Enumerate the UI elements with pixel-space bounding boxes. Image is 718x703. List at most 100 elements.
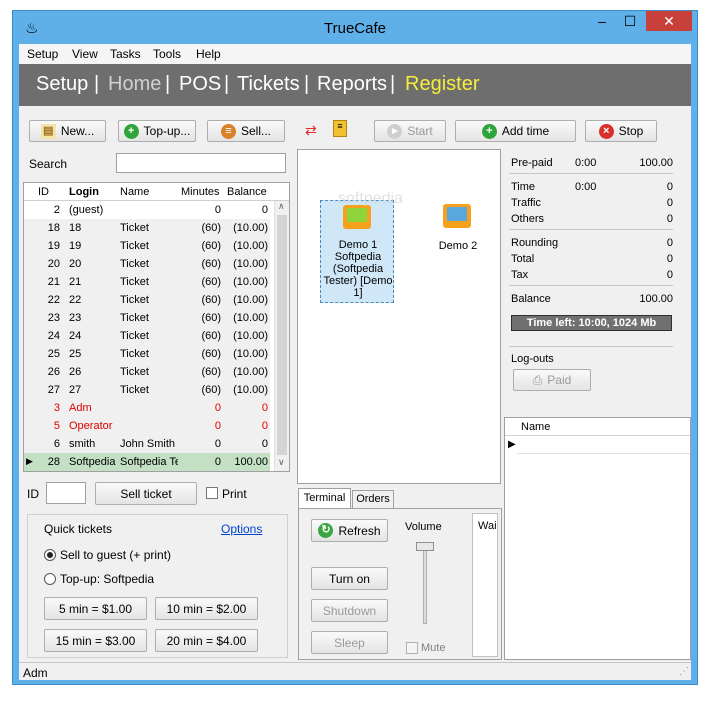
tab-terminal[interactable]: Terminal [298,488,351,509]
shutdown-button[interactable]: Shutdown [311,599,388,622]
prepaid-time: 0:00 [575,157,597,169]
nav-setup[interactable]: Setup [36,73,88,96]
menu-tools[interactable]: Tools [153,47,181,61]
col-id[interactable]: ID [38,186,49,198]
menu-help[interactable]: Help [196,47,221,61]
table-row[interactable]: 21 21 Ticket (60) (10.00) [24,273,270,291]
computer-demo-2-label[interactable]: Demo 2 [428,240,488,252]
tab-orders[interactable]: Orders [352,490,394,509]
sell-ticket-button[interactable]: Sell ticket [95,482,197,505]
cell-balance: (10.00) [233,312,268,324]
new-account-button[interactable]: ▤ New... [29,120,106,142]
title-bar[interactable]: ♨ TrueCafe – ☐ ✕ [13,11,697,44]
nav-register[interactable]: Register [405,73,479,96]
cell-name: Ticket [120,258,149,270]
switch-computer-icon[interactable]: ⇄ [305,122,317,139]
table-row[interactable]: 2 (guest) 0 0 [24,201,270,219]
wait-list[interactable]: Wai [472,513,498,657]
cell-login: 24 [69,330,82,342]
print-label: Print [222,487,247,501]
paid-button[interactable]: ⎙ Paid [513,369,591,391]
sell-button[interactable]: ≡ Sell... [207,120,285,142]
nav-pos[interactable]: POS [179,73,221,96]
divider [509,229,673,230]
scroll-thumb[interactable] [277,215,287,455]
table-row[interactable]: 24 24 Ticket (60) (10.00) [24,327,270,345]
table-row[interactable]: 20 20 Ticket (60) (10.00) [24,255,270,273]
table-row[interactable]: 23 23 Ticket (60) (10.00) [24,309,270,327]
col-balance[interactable]: Balance [227,186,267,198]
table-row[interactable]: 22 22 Ticket (60) (10.00) [24,291,270,309]
print-checkbox[interactable] [206,487,218,499]
computer-monitor-icon[interactable] [443,204,471,228]
close-button[interactable]: ✕ [646,11,692,31]
col-logout-name[interactable]: Name [521,421,550,433]
tax-amount: 0 [666,269,673,281]
menu-setup[interactable]: Setup [27,47,58,61]
cell-id: 26 [47,366,60,378]
sleep-button[interactable]: Sleep [311,631,388,654]
cell-login: Adm [69,402,92,414]
report-icon[interactable]: ≡ [333,120,347,137]
cell-name: Ticket [120,240,149,252]
stop-button[interactable]: × Stop [585,120,657,142]
col-login[interactable]: Login [69,186,99,198]
cell-login: 22 [69,294,82,306]
search-input[interactable] [116,153,286,173]
logouts-row[interactable] [517,436,690,454]
scroll-up-icon[interactable]: ∧ [278,201,285,212]
table-row[interactable]: 5 Operator 0 0 [24,417,270,435]
volume-track[interactable] [423,542,427,624]
radio-sell-guest[interactable] [44,549,56,561]
table-row[interactable]: 26 26 Ticket (60) (10.00) [24,363,270,381]
refresh-button[interactable]: ↻ Refresh [311,519,388,542]
menu-view[interactable]: View [72,47,98,61]
minimize-button[interactable]: – [588,11,616,31]
resize-grip-icon[interactable]: ⋰ [679,666,689,677]
grid-scrollbar[interactable]: ∧ ∨ [274,201,289,471]
table-row[interactable]: 27 27 Ticket (60) (10.00) [24,381,270,399]
menu-tasks[interactable]: Tasks [110,47,141,61]
quick-ticket-15min[interactable]: 15 min = $3.00 [44,629,147,652]
radio-topup-label: Top-up: Softpedia [60,572,155,586]
quick-ticket-20min[interactable]: 20 min = $4.00 [155,629,258,652]
col-minutes[interactable]: Minutes [181,186,220,198]
cell-balance: (10.00) [233,294,268,306]
table-row[interactable]: 6 smith John Smith 0 0 [24,435,270,453]
topup-button[interactable]: + Top-up... [118,120,196,142]
maximize-button[interactable]: ☐ [616,11,644,31]
mute-checkbox[interactable] [406,642,418,654]
volume-slider-thumb[interactable] [416,542,434,551]
plus-icon: + [123,123,139,139]
radio-topup[interactable] [44,573,56,585]
options-link[interactable]: Options [221,522,262,536]
table-row[interactable]: 3 Adm 0 0 [24,399,270,417]
turn-on-button[interactable]: Turn on [311,567,388,590]
nav-separator: | [165,73,171,95]
cell-id: 18 [47,222,60,234]
cell-name: Ticket [120,222,149,234]
table-row[interactable]: 25 25 Ticket (60) (10.00) [24,345,270,363]
scroll-down-icon[interactable]: ∨ [278,457,285,468]
grid-header: ID Login Name Minutes Balance [24,183,289,201]
computer-demo-1[interactable]: Demo 1 Softpedia (Softpedia Tester) [Dem… [320,200,394,303]
table-row[interactable]: 19 19 Ticket (60) (10.00) [24,237,270,255]
quick-ticket-10min[interactable]: 10 min = $2.00 [155,597,258,620]
col-name[interactable]: Name [120,186,149,198]
nav-tickets[interactable]: Tickets [237,73,300,96]
cash-register-icon: ⎙ [532,372,543,387]
nav-home[interactable]: Home [108,73,161,96]
table-row[interactable]: 18 18 Ticket (60) (10.00) [24,219,270,237]
start-button[interactable]: ▸ Start [374,120,446,142]
cell-id: 2 [53,204,60,216]
table-row[interactable]: ▶ 28 Softpedia Softpedia Te 0 100.00 [24,453,270,471]
ticket-id-input[interactable] [46,482,86,504]
cell-id: 6 [53,438,60,450]
others-amount: 0 [666,213,673,225]
nav-reports[interactable]: Reports [317,73,387,96]
add-time-button[interactable]: + Add time [455,120,576,142]
cell-login: 23 [69,312,82,324]
quick-ticket-5min[interactable]: 5 min = $1.00 [44,597,147,620]
topup-label: Top-up... [143,124,191,138]
search-label: Search [29,157,68,171]
